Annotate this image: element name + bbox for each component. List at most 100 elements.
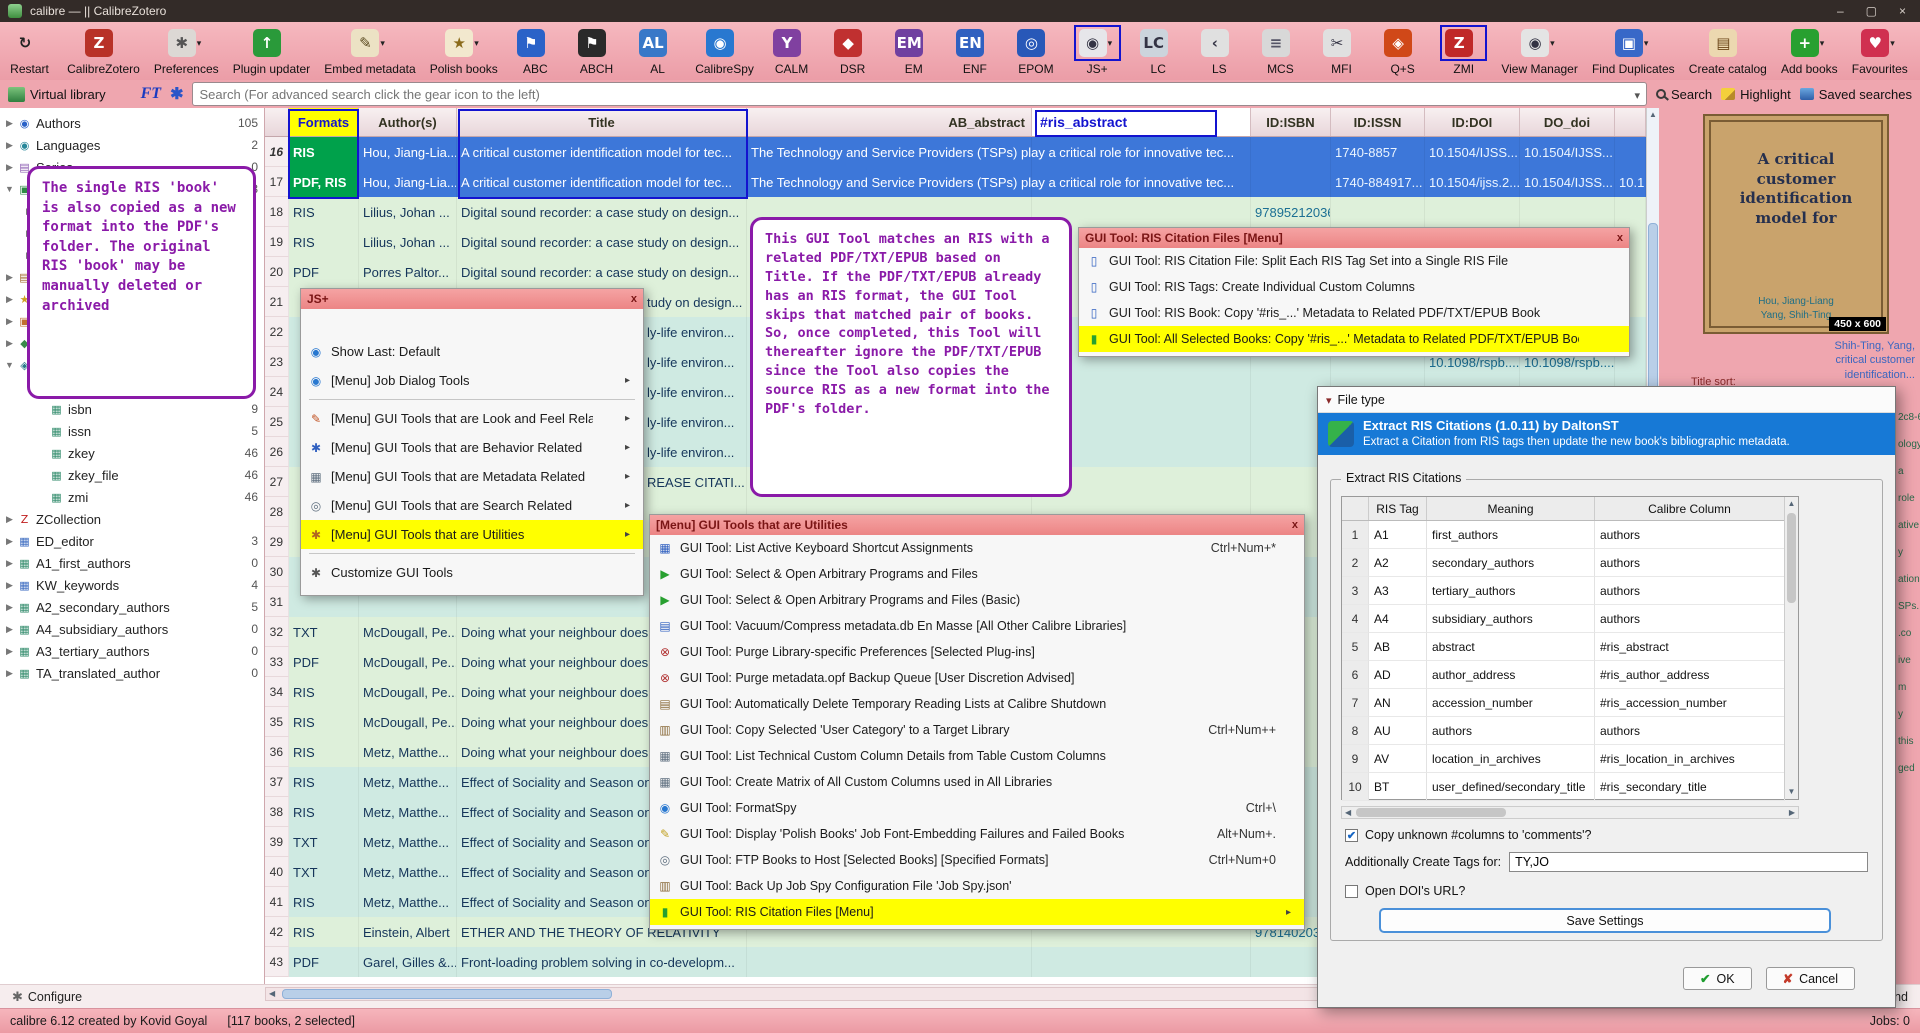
menu-item[interactable]: ✱ [Menu] GUI Tools that are Behavior Rel…: [301, 433, 643, 462]
menu-item[interactable]: ▶ GUI Tool: Select & Open Arbitrary Prog…: [650, 587, 1304, 613]
sidebar-item[interactable]: ▶ ▦ A4_subsidiary_authors 0: [0, 618, 264, 640]
toolbar-button[interactable]: Z CalibreZotero: [67, 25, 140, 76]
tree-expand-icon[interactable]: ▶: [2, 624, 17, 635]
tree-expand-icon[interactable]: ▶: [2, 558, 17, 569]
menu-item[interactable]: ▤ GUI Tool: Vacuum/Compress metadata.db …: [650, 613, 1304, 639]
highlight-button[interactable]: Highlight: [1721, 87, 1791, 102]
sidebar-item[interactable]: ▦ issn 5: [0, 420, 264, 442]
search-gear-icon[interactable]: ✱: [170, 84, 183, 104]
menu-item[interactable]: ▯ GUI Tool: RIS Citation File: Split Eac…: [1079, 248, 1629, 274]
column-header[interactable]: ID:ISSN: [1331, 108, 1425, 136]
scroll-right-icon[interactable]: ▶: [1789, 807, 1795, 819]
sidebar-item[interactable]: ▶ ◉ Languages 2: [0, 134, 264, 156]
tree-expand-icon[interactable]: ▶: [2, 338, 17, 349]
dropdown-caret-icon[interactable]: ▾: [1108, 38, 1116, 49]
toolbar-button[interactable]: ◎ EPOM: [1012, 25, 1059, 76]
menu-item[interactable]: ▥ GUI Tool: Back Up Job Spy Configuratio…: [650, 873, 1304, 899]
dropdown-caret-icon[interactable]: ▾: [197, 38, 205, 49]
tree-expand-icon[interactable]: ▶: [2, 668, 17, 679]
toolbar-button[interactable]: ⚑ ABCH: [573, 25, 620, 76]
column-header[interactable]: [265, 108, 289, 136]
scroll-left-icon[interactable]: ◀: [1345, 807, 1351, 819]
search-button[interactable]: Search: [1656, 87, 1712, 102]
menu-item[interactable]: ▮ GUI Tool: RIS Citation Files [Menu] ▸: [650, 899, 1304, 925]
ris-table-row[interactable]: 3 A3 tertiary_authors authors: [1342, 577, 1798, 605]
toolbar-button[interactable]: ◉ ▾ JS+: [1074, 25, 1121, 76]
sidebar-item[interactable]: ▶ ▦ TA_translated_author 0: [0, 662, 264, 684]
column-header[interactable]: ID:ISBN: [1251, 108, 1331, 136]
ris-table-row[interactable]: 1 A1 first_authors authors: [1342, 521, 1798, 549]
toolbar-button[interactable]: ✂ MFI: [1318, 25, 1365, 76]
ris-table-row[interactable]: 9 AV location_in_archives #ris_location_…: [1342, 745, 1798, 773]
ris-table-row[interactable]: 7 AN accession_number #ris_accession_num…: [1342, 689, 1798, 717]
menu-close-icon[interactable]: x: [1609, 232, 1623, 244]
menu-item[interactable]: ▥ GUI Tool: Copy Selected 'User Category…: [650, 717, 1304, 743]
virtual-library-button[interactable]: Virtual library: [8, 87, 106, 102]
menu-item[interactable]: ▦ GUI Tool: List Technical Custom Column…: [650, 743, 1304, 769]
menu-item[interactable]: ▦ GUI Tool: List Active Keyboard Shortcu…: [650, 535, 1304, 561]
menu-item[interactable]: ▮ GUI Tool: All Selected Books: Copy '#r…: [1079, 326, 1629, 352]
tags-input[interactable]: [1510, 853, 1867, 871]
menu-item[interactable]: ◎ [Menu] GUI Tools that are Search Relat…: [301, 491, 643, 520]
sidebar-item[interactable]: ▶ ▦ KW_keywords 4: [0, 574, 264, 596]
menu-item[interactable]: ◎ GUI Tool: FTP Books to Host [Selected …: [650, 847, 1304, 873]
ris-table-row[interactable]: 4 A4 subsidiary_authors authors: [1342, 605, 1798, 633]
sidebar-item[interactable]: ▶ ▦ A1_first_authors 0: [0, 552, 264, 574]
menu-item[interactable]: ✎ [Menu] GUI Tools that are Look and Fee…: [301, 404, 643, 433]
book-cover[interactable]: A critical customer identification model…: [1703, 114, 1889, 334]
cancel-button[interactable]: Cancel: [1766, 967, 1855, 990]
toolbar-button[interactable]: ✎ ▾ Embed metadata: [324, 25, 415, 76]
tree-expand-icon[interactable]: ▶: [2, 646, 17, 657]
ris-table-horizontal-scrollbar[interactable]: ◀ ▶: [1341, 806, 1799, 819]
sidebar-item[interactable]: ▶ ◉ Authors 105: [0, 112, 264, 134]
tree-expand-icon[interactable]: ▶: [2, 162, 17, 173]
sidebar-item[interactable]: ▦ zmi 46: [0, 486, 264, 508]
scroll-up-icon[interactable]: ▲: [1785, 497, 1798, 511]
toolbar-button[interactable]: + ▾ Add books: [1781, 25, 1838, 76]
vertical-scroll-thumb[interactable]: [1648, 223, 1658, 413]
minimize-button[interactable]: [1837, 4, 1844, 18]
menu-item[interactable]: ⊗ GUI Tool: Purge Library-specific Prefe…: [650, 639, 1304, 665]
toolbar-button[interactable]: ♥ ▾ Favourites: [1852, 25, 1908, 76]
header-ris-tag[interactable]: RIS Tag: [1369, 497, 1427, 520]
table-row[interactable]: 17 PDF, RIS Hou, Jiang-Lia... A critical…: [265, 167, 1646, 197]
menu-item[interactable]: ✱ [Menu] GUI Tools that are Utilities ▸: [301, 520, 643, 549]
menu-item[interactable]: ▦ GUI Tool: Create Matrix of All Custom …: [650, 769, 1304, 795]
dropdown-caret-icon[interactable]: ▾: [1890, 38, 1898, 49]
saved-searches-button[interactable]: Saved searches: [1800, 87, 1912, 102]
tree-expand-icon[interactable]: ▶: [2, 602, 17, 613]
column-header[interactable]: DO_doi: [1520, 108, 1615, 136]
scroll-left-icon[interactable]: ◀: [269, 988, 275, 1000]
column-header[interactable]: #ris_abstract: [1032, 108, 1251, 136]
close-button[interactable]: [1899, 4, 1906, 18]
sidebar-item[interactable]: ▦ isbn 9: [0, 398, 264, 420]
dropdown-caret-icon[interactable]: ▾: [380, 38, 388, 49]
toolbar-button[interactable]: ◆ DSR: [829, 25, 876, 76]
dropdown-caret-icon[interactable]: ▾: [474, 38, 482, 49]
tree-expand-icon[interactable]: ▶: [2, 272, 17, 283]
menu-item[interactable]: ▯ GUI Tool: RIS Book: Copy '#ris_...' Me…: [1079, 300, 1629, 326]
toolbar-button[interactable]: ▣ ▾ Find Duplicates: [1592, 25, 1675, 76]
search-dropdown-icon[interactable]: [1634, 87, 1640, 102]
menu-item[interactable]: ✱ Customize GUI Tools: [301, 558, 643, 587]
menu-item[interactable]: ▦ [Menu] GUI Tools that are Metadata Rel…: [301, 462, 643, 491]
toolbar-button[interactable]: ◉ CalibreSpy: [695, 25, 754, 76]
toolbar-button[interactable]: ≡ MCS: [1257, 25, 1304, 76]
toolbar-button[interactable]: ‹ LS: [1196, 25, 1243, 76]
configure-button[interactable]: ✱ Configure: [12, 989, 82, 1005]
ris-table-row[interactable]: 2 A2 secondary_authors authors: [1342, 549, 1798, 577]
toolbar-button[interactable]: ◉ ▾ View Manager: [1501, 25, 1578, 76]
tree-expand-icon[interactable]: ▶: [2, 118, 17, 129]
sidebar-item[interactable]: ▶ ▦ ED_editor 3: [0, 530, 264, 552]
toolbar-button[interactable]: EN ENF: [951, 25, 998, 76]
toolbar-button[interactable]: Y CALM: [768, 25, 815, 76]
ris-table-row[interactable]: 6 AD author_address #ris_author_address: [1342, 661, 1798, 689]
toolbar-button[interactable]: ↻ Restart: [6, 25, 53, 76]
menu-close-icon[interactable]: x: [623, 293, 637, 305]
tree-expand-icon[interactable]: ▼: [2, 184, 17, 194]
sidebar-item[interactable]: ▶ ▦ A3_tertiary_authors 0: [0, 640, 264, 662]
menu-item[interactable]: ▶ GUI Tool: Select & Open Arbitrary Prog…: [650, 561, 1304, 587]
file-type-row[interactable]: File type: [1318, 387, 1895, 413]
toolbar-button[interactable]: ↑ Plugin updater: [233, 25, 310, 76]
column-header[interactable]: [1615, 108, 1646, 136]
